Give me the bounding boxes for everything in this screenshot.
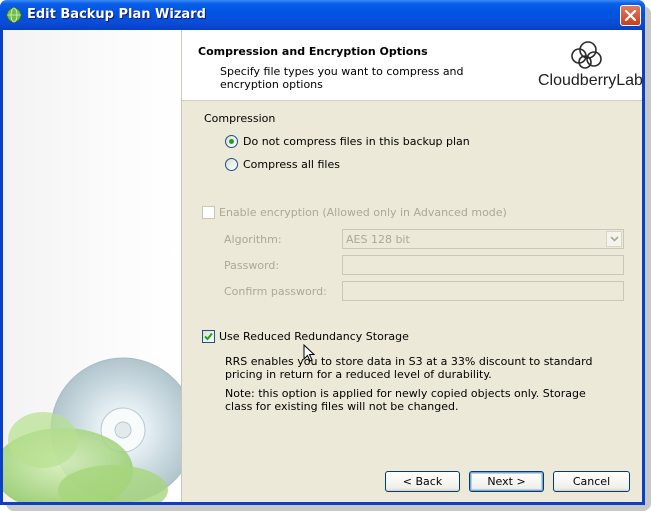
window-title: Edit Backup Plan Wizard: [27, 7, 206, 22]
confirm-password-input[interactable]: [342, 281, 624, 301]
dropdown-arrow[interactable]: [606, 231, 622, 247]
wizard-header: Compression and Encryption Options Speci…: [182, 30, 643, 101]
dialog-client-area: Compression and Encryption Options Speci…: [3, 30, 643, 502]
radio-compress-all[interactable]: [225, 158, 238, 171]
cancel-button[interactable]: Cancel: [553, 471, 630, 492]
app-globe-icon: [6, 7, 22, 23]
backup-disc-illustration: [3, 357, 181, 502]
logo-text: CloudberryLab: [538, 72, 643, 89]
algorithm-value: AES 128 bit: [346, 233, 410, 246]
cloud-logo-icon: [571, 41, 602, 69]
password-input[interactable]: [342, 255, 624, 275]
wizard-window: Edit Backup Plan Wizard Compression and …: [0, 0, 645, 505]
radio-selected-dot: [229, 139, 234, 144]
chevron-down-icon: [610, 236, 619, 242]
close-icon: [624, 9, 637, 22]
wizard-side-panel: [3, 30, 182, 502]
close-button[interactable]: [620, 5, 641, 26]
back-button[interactable]: < Back: [385, 471, 460, 492]
radio-no-compression-label[interactable]: Do not compress files in this backup pla…: [243, 135, 470, 148]
checkmark-icon: [204, 332, 213, 341]
page-subtitle: Specify file types you want to compress …: [220, 65, 464, 91]
enable-encryption-label: Enable encryption (Allowed only in Advan…: [219, 206, 507, 219]
page-title: Compression and Encryption Options: [198, 45, 428, 58]
password-label: Password:: [224, 259, 280, 272]
next-button[interactable]: Next >: [469, 471, 544, 492]
rrs-note: Note: this option is applied for newly c…: [225, 387, 586, 413]
rrs-description: RRS enables you to store data in S3 at a…: [225, 355, 593, 381]
title-bar[interactable]: Edit Backup Plan Wizard: [0, 0, 645, 30]
enable-encryption-checkbox[interactable]: [202, 206, 215, 219]
radio-no-compression[interactable]: [225, 135, 238, 148]
radio-compress-all-label[interactable]: Compress all files: [243, 158, 340, 171]
algorithm-select[interactable]: AES 128 bit: [342, 229, 624, 249]
confirm-password-label: Confirm password:: [224, 285, 327, 298]
cloudberry-logo: CloudberryLab: [538, 38, 643, 93]
mouse-cursor-icon: [303, 344, 316, 362]
rrs-checkbox[interactable]: [202, 330, 215, 343]
algorithm-label: Algorithm:: [224, 233, 282, 246]
compression-group-label: Compression: [204, 112, 276, 125]
rrs-checkbox-label[interactable]: Use Reduced Redundancy Storage: [219, 330, 409, 343]
